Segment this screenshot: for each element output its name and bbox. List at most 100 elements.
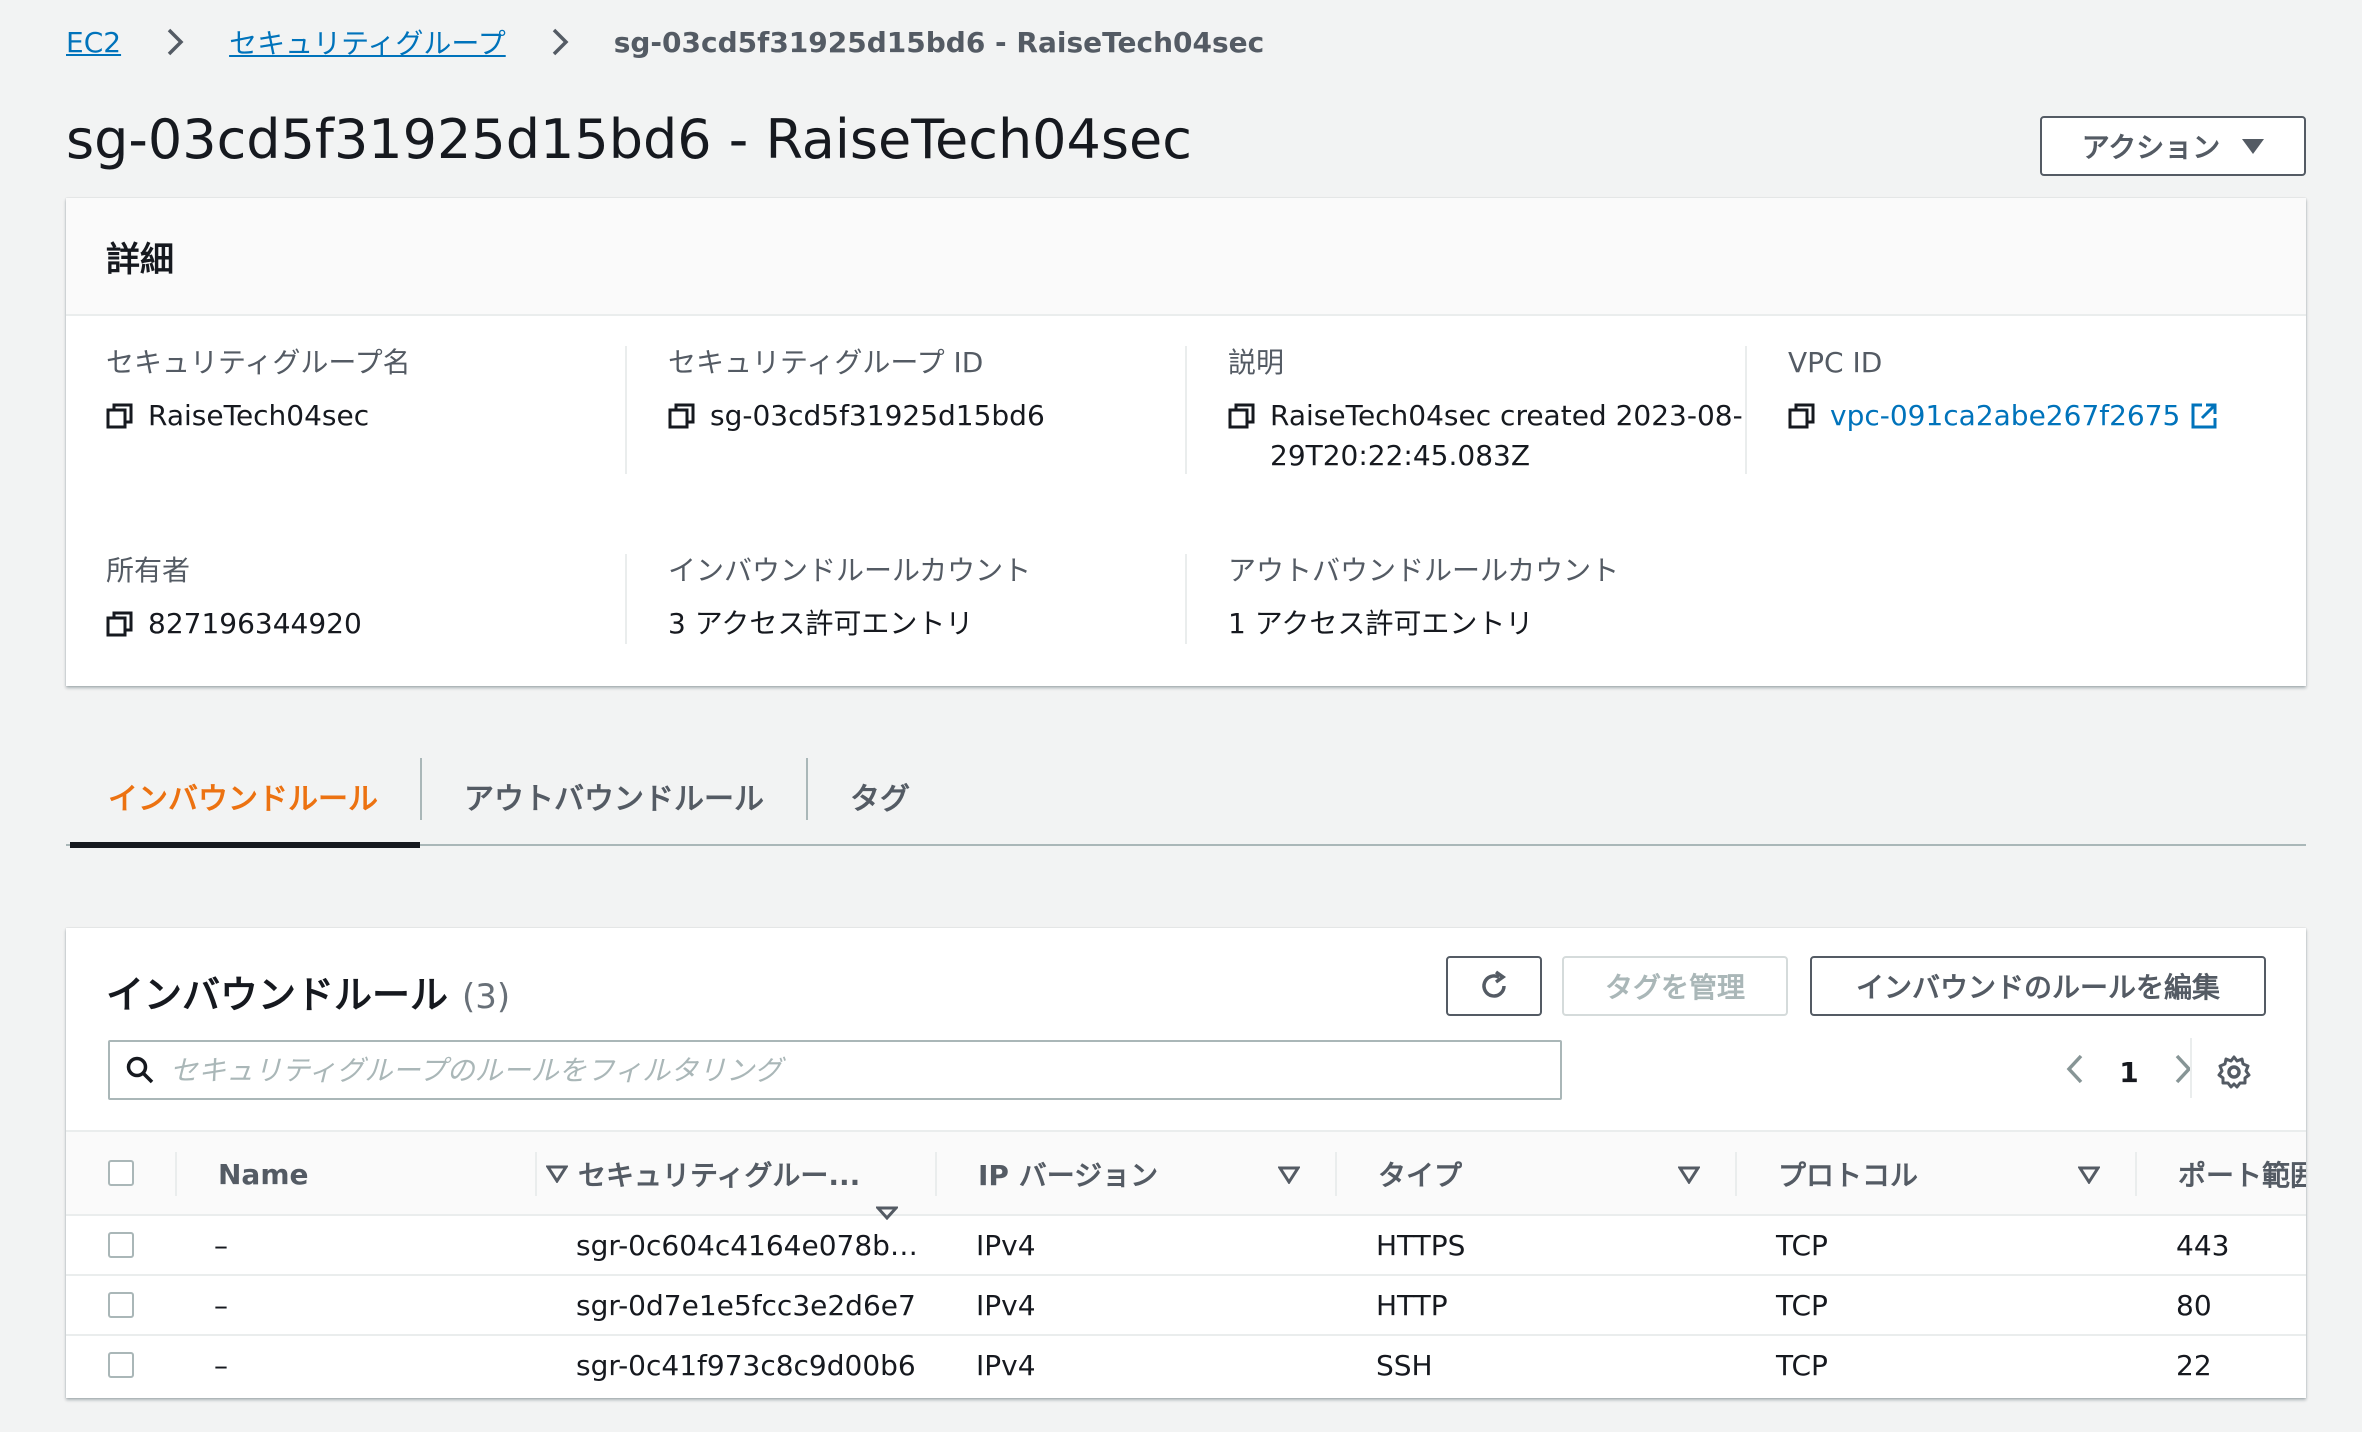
description-field: 説明 RaiseTech04sec created 2023-08-29T20:… <box>1228 344 1788 476</box>
breadcrumb-link-ec2[interactable]: EC2 <box>66 26 121 59</box>
table-row: – sgr-0d7e1e5fcc3e2d6e7 IPv4 HTTP TCP 80 <box>66 1276 2306 1336</box>
description-label: 説明 <box>1228 346 1285 379</box>
cell-ip-version: IPv4 <box>976 1288 1036 1322</box>
select-all-checkbox[interactable] <box>108 1160 134 1186</box>
table-header: Name セキュリティグルー... IP バージョン タイプ プロトコル ポート… <box>66 1130 2306 1220</box>
owner-value: 827196344920 <box>148 607 362 640</box>
sg-id-label: セキュリティグループ ID <box>668 346 984 379</box>
cell-protocol: TCP <box>1776 1228 1828 1262</box>
cell-rule-id[interactable]: sgr-0c604c4164e078b… <box>576 1216 918 1274</box>
vpc-id-link[interactable]: vpc-091ca2abe267f2675 <box>1830 396 2180 436</box>
inbound-rules-panel: インバウンドルール (3) タグを管理 インバウンドのルールを編集 1 <box>66 928 2306 1398</box>
cell-name: – <box>214 1288 228 1322</box>
cell-protocol: TCP <box>1776 1348 1828 1382</box>
cell-name: – <box>214 1228 228 1262</box>
tab-tags[interactable]: タグ <box>808 746 952 846</box>
sg-name-label: セキュリティグループ名 <box>106 346 411 379</box>
row-checkbox[interactable] <box>108 1292 134 1318</box>
sg-name-value: RaiseTech04sec <box>148 399 370 432</box>
column-header-ip-version[interactable]: IP バージョン <box>978 1132 1278 1216</box>
owner-label: 所有者 <box>106 554 191 587</box>
column-header-protocol[interactable]: プロトコル <box>1778 1132 2078 1216</box>
row-checkbox[interactable] <box>108 1232 134 1258</box>
column-divider <box>175 1152 177 1196</box>
table-row: – sgr-0c604c4164e078b… IPv4 HTTPS TCP 44… <box>66 1216 2306 1276</box>
sort-icon[interactable] <box>546 1165 568 1183</box>
sort-icon[interactable] <box>1278 1166 1300 1184</box>
tab-bar: インバウンドルール アウトバウンドルール タグ <box>66 746 2306 848</box>
sg-name-field: セキュリティグループ名 RaiseTech04sec <box>106 344 666 436</box>
cell-type: SSH <box>1376 1348 1433 1382</box>
refresh-button[interactable] <box>1446 956 1542 1016</box>
edit-inbound-rules-button[interactable]: インバウンドのルールを編集 <box>1810 956 2266 1016</box>
gear-icon[interactable] <box>2212 1050 2256 1094</box>
cell-ip-version: IPv4 <box>976 1348 1036 1382</box>
filter-input[interactable] <box>170 1045 1560 1095</box>
outbound-count-value: 1 アクセス許可エントリ <box>1228 607 1534 640</box>
details-header: 詳細 <box>66 198 2306 316</box>
pagination: 1 <box>2066 1050 2192 1094</box>
cell-type: HTTPS <box>1376 1228 1466 1262</box>
column-divider <box>935 1152 937 1196</box>
caret-down-icon <box>2242 138 2265 154</box>
sg-id-field: セキュリティグループ ID sg-03cd5f31925d15bd6 <box>668 344 1228 436</box>
outbound-count-label: アウトバウンドルールカウント <box>1228 554 1620 587</box>
page-title: sg-03cd5f31925d15bd6 - RaiseTech04sec <box>66 108 1192 171</box>
external-link-icon[interactable] <box>2190 396 2222 436</box>
tab-outbound-rules[interactable]: アウトバウンドルール <box>422 746 806 846</box>
row-checkbox[interactable] <box>108 1352 134 1378</box>
cell-name: – <box>214 1348 228 1382</box>
tab-inbound-rules[interactable]: インバウンドルール <box>66 746 420 848</box>
actions-button-label: アクション <box>2081 131 2221 164</box>
chevron-left-icon[interactable] <box>2066 1054 2084 1091</box>
vpc-id-label: VPC ID <box>1788 346 1883 379</box>
search-icon <box>110 1042 170 1098</box>
sg-id-value: sg-03cd5f31925d15bd6 <box>710 399 1045 432</box>
copy-icon[interactable] <box>668 396 698 436</box>
chevron-right-icon <box>155 22 195 62</box>
cell-rule-id[interactable]: sgr-0d7e1e5fcc3e2d6e7 <box>576 1276 916 1334</box>
inbound-count-label: インバウンドルールカウント <box>668 554 1032 587</box>
copy-icon[interactable] <box>1228 396 1258 436</box>
copy-icon[interactable] <box>106 396 136 436</box>
column-header-type[interactable]: タイプ <box>1378 1132 1678 1216</box>
column-divider <box>2135 1152 2137 1196</box>
inbound-rules-count: (3) <box>462 977 511 1017</box>
filter-search <box>108 1040 1562 1100</box>
inbound-rules-heading: インバウンドルール <box>106 973 449 1017</box>
description-value: RaiseTech04sec created 2023-08-29T20:22:… <box>1270 399 1743 472</box>
column-label: IP バージョン <box>978 1159 1159 1192</box>
divider <box>1185 554 1187 644</box>
divider <box>1745 346 1747 474</box>
column-header-name[interactable]: Name <box>218 1132 568 1216</box>
cell-port: 80 <box>2176 1288 2212 1322</box>
column-label: プロトコル <box>1778 1159 1919 1192</box>
copy-icon[interactable] <box>1788 396 1818 436</box>
details-title: 詳細 <box>106 239 174 280</box>
column-header-rule-id[interactable]: セキュリティグルー... <box>578 1132 878 1216</box>
chevron-right-icon <box>540 22 580 62</box>
owner-field: 所有者 827196344920 <box>106 552 666 644</box>
column-label: セキュリティグルー... <box>578 1159 861 1192</box>
table-body: – sgr-0c604c4164e078b… IPv4 HTTPS TCP 44… <box>66 1216 2306 1396</box>
column-header-port-range[interactable]: ポート範囲 <box>2178 1132 2306 1216</box>
copy-icon[interactable] <box>106 604 136 644</box>
divider <box>1185 346 1187 474</box>
breadcrumb-link-security-groups[interactable]: セキュリティグループ <box>229 22 506 62</box>
column-divider <box>535 1152 537 1196</box>
column-divider <box>1735 1152 1737 1196</box>
page-number[interactable]: 1 <box>2114 1056 2144 1089</box>
table-row: – sgr-0c41f973c8c9d00b6 IPv4 SSH TCP 22 <box>66 1336 2306 1396</box>
breadcrumb: EC2 セキュリティグループ sg-03cd5f31925d15bd6 - Ra… <box>66 22 1264 62</box>
manage-tags-button[interactable]: タグを管理 <box>1562 956 1788 1016</box>
column-divider <box>1335 1152 1337 1196</box>
sort-icon[interactable] <box>2078 1166 2100 1184</box>
actions-button[interactable]: アクション <box>2040 116 2306 176</box>
column-label: Name <box>218 1157 309 1191</box>
sort-icon[interactable] <box>1678 1166 1700 1184</box>
cell-type: HTTP <box>1376 1288 1448 1322</box>
divider <box>625 554 627 644</box>
inbound-rules-table: Name セキュリティグルー... IP バージョン タイプ プロトコル ポート… <box>66 1130 2306 1396</box>
breadcrumb-current: sg-03cd5f31925d15bd6 - RaiseTech04sec <box>613 25 1265 59</box>
cell-rule-id[interactable]: sgr-0c41f973c8c9d00b6 <box>576 1336 916 1394</box>
